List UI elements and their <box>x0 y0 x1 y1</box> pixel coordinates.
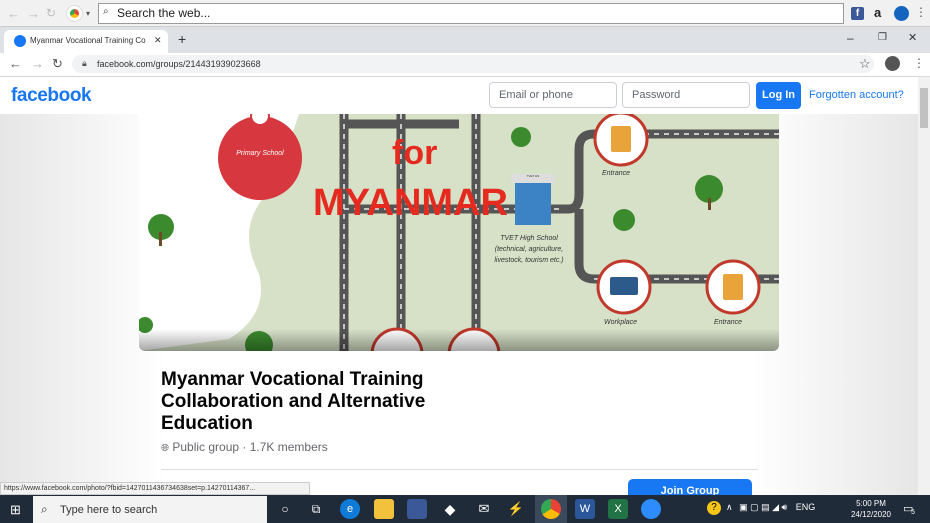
back-icon[interactable]: ← <box>9 56 22 71</box>
browser-menu-icon[interactable]: ⋮ <box>913 56 925 70</box>
bookmark-star-icon[interactable]: ☆ <box>859 56 871 72</box>
excel-icon[interactable]: X <box>608 499 628 519</box>
cover-text-entrance: Entrance <box>602 170 631 177</box>
cover-text-myanmar: MYANMAR <box>313 182 508 224</box>
scrollbar-thumb[interactable] <box>920 88 928 128</box>
cortana-icon[interactable]: ○ <box>275 499 295 519</box>
scrollbar[interactable] <box>918 77 930 495</box>
clock[interactable]: 5:00 PM 24/12/2020 <box>850 498 892 520</box>
forgotten-account-link[interactable]: Forgotten account? <box>809 89 904 101</box>
clock-time: 5:00 PM <box>856 499 886 508</box>
chrome-logo-icon[interactable] <box>66 5 83 22</box>
chevron-down-icon[interactable]: ▾ <box>86 9 90 18</box>
task-view-icon[interactable]: ⧉ <box>306 499 326 519</box>
window-close-button[interactable]: ✕ <box>908 31 917 44</box>
forward-icon[interactable]: → <box>31 56 44 71</box>
zoom-icon[interactable] <box>641 499 661 519</box>
cover-text-primary-school: Primary School <box>236 150 284 157</box>
minimize-button[interactable]: – <box>847 31 854 45</box>
address-bar[interactable]: 🔒︎ facebook.com/groups/214431939023668 <box>72 55 874 73</box>
chrome-taskbar-icon[interactable] <box>541 499 561 519</box>
windows-start-icon[interactable]: ⊞ <box>10 502 21 518</box>
cover-text-for: for <box>392 134 438 172</box>
primary-school-circle <box>218 116 302 200</box>
extension-icon[interactable] <box>894 6 909 21</box>
clock-date: 24/12/2020 <box>850 510 892 519</box>
login-button[interactable]: Log In <box>756 82 801 109</box>
cover-text-entrance-2: Entrance <box>714 319 743 326</box>
outer-forward-icon[interactable]: → <box>27 6 40 21</box>
divider <box>161 469 758 470</box>
edge-icon[interactable]: e <box>340 499 360 519</box>
facebook-extension-icon[interactable]: f <box>851 7 864 20</box>
tray-app-icons[interactable]: ▣ ▢ ▤ ◢ 🔊︎ <box>739 502 787 512</box>
reload-icon[interactable]: ↻ <box>52 56 63 72</box>
amazon-extension-icon[interactable]: a <box>874 5 881 20</box>
globe-icon: 🌐︎ <box>161 443 169 454</box>
outer-search-input[interactable]: ⌕ Search the web... <box>98 3 844 24</box>
favicon-icon <box>14 35 26 47</box>
word-icon[interactable]: W <box>575 499 595 519</box>
group-title: Myanmar Vocational Training Collaboratio… <box>161 369 426 434</box>
cover-photo[interactable]: Primary School for MYANMAR TVET HS TVET … <box>139 114 779 351</box>
language-indicator[interactable]: ENG <box>796 502 816 512</box>
facebook-logo[interactable]: facebook <box>11 85 92 107</box>
outer-menu-icon[interactable]: ⋮ <box>915 5 927 19</box>
file-explorer-icon[interactable] <box>374 499 394 519</box>
lock-icon: 🔒︎ <box>82 58 87 68</box>
address-url: facebook.com/groups/214431939023668 <box>97 59 261 69</box>
group-privacy-members: Public group · 1.7K members <box>172 440 328 454</box>
cover-text-tvet-sign: TVET HS <box>526 174 540 178</box>
status-bar-url: https://www.facebook.com/photo/?fbid=142… <box>0 482 310 495</box>
cover-text-tvet: TVET High School (technical, agriculture… <box>494 235 564 264</box>
tray-chevron-icon[interactable]: ∧ <box>726 502 733 512</box>
tab-title: Myanmar Vocational Training Co <box>30 36 146 45</box>
outer-search-placeholder: Search the web... <box>117 6 211 20</box>
app-icon[interactable]: ⚡ <box>506 499 526 519</box>
store-icon[interactable] <box>407 499 427 519</box>
mail-icon[interactable]: ✉ <box>474 499 494 519</box>
profile-avatar-icon[interactable] <box>885 56 900 71</box>
password-field[interactable]: Password <box>622 82 750 108</box>
cover-text-workplace: Workplace <box>604 319 638 326</box>
outer-back-icon[interactable]: ← <box>7 6 20 21</box>
email-field[interactable]: Email or phone <box>489 82 617 108</box>
outer-reload-icon[interactable]: ↻ <box>46 6 56 20</box>
tab-facebook-group[interactable]: Myanmar Vocational Training Co <box>4 30 168 53</box>
new-tab-button[interactable]: + <box>178 31 186 47</box>
dropbox-icon[interactable]: ◆ <box>440 499 460 519</box>
notification-count: 5 <box>911 509 915 516</box>
restore-button[interactable]: ❐ <box>878 32 887 43</box>
taskbar-search-input[interactable]: ⌕ Type here to search <box>33 496 267 523</box>
group-meta: 🌐︎ Public group · 1.7K members <box>161 440 328 454</box>
system-tray[interactable]: ∧ ▣ ▢ ▤ ◢ 🔊︎ ENG <box>708 502 815 513</box>
search-icon: ⌕ <box>103 6 109 17</box>
taskbar-search-placeholder: Type here to search <box>60 504 158 516</box>
taskbar-search-icon: ⌕ <box>41 502 48 516</box>
tab-close-icon[interactable]: ✕ <box>154 35 162 46</box>
